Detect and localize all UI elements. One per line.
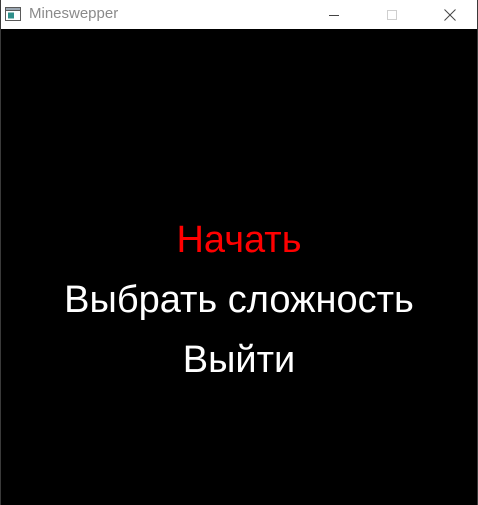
menu-item-choose-difficulty[interactable]: Выбрать сложность bbox=[1, 270, 477, 330]
app-window-icon bbox=[5, 7, 21, 21]
menu-item-start[interactable]: Начать bbox=[1, 210, 477, 270]
minimize-icon bbox=[329, 14, 339, 16]
close-button[interactable] bbox=[427, 0, 473, 29]
window-title: Mineswepper bbox=[29, 5, 119, 22]
game-window: Mineswepper Начать Выбрать сложность Вый… bbox=[0, 0, 478, 505]
minimize-button[interactable] bbox=[311, 0, 357, 29]
title-bar[interactable]: Mineswepper bbox=[1, 0, 477, 29]
menu-item-exit[interactable]: Выйти bbox=[1, 330, 477, 390]
close-icon bbox=[444, 8, 456, 21]
maximize-icon bbox=[387, 9, 397, 20]
maximize-button[interactable] bbox=[369, 0, 415, 29]
main-menu: Начать Выбрать сложность Выйти bbox=[1, 210, 477, 390]
